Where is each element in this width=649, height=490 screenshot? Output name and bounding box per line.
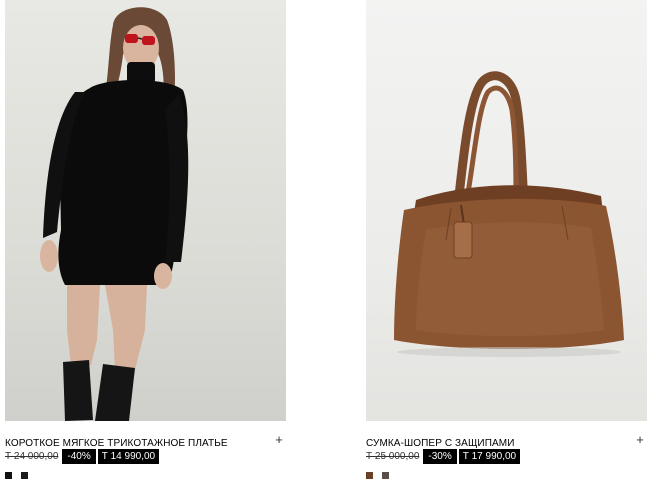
- discount-badge: -40%: [62, 449, 96, 464]
- old-price: Т 24 000,00: [5, 451, 59, 462]
- product-image-dress[interactable]: [5, 0, 286, 421]
- discount-badge: -30%: [423, 449, 457, 464]
- color-swatch[interactable]: [21, 472, 28, 479]
- add-to-cart-plus-icon[interactable]: +: [272, 432, 286, 447]
- bag-photo-icon: [394, 71, 624, 357]
- color-swatch[interactable]: [382, 472, 389, 479]
- product-title-row: КОРОТКОЕ МЯГКОЕ ТРИКОТАЖНОЕ ПЛАТЬЕ +: [5, 432, 286, 450]
- product-card-bag[interactable]: СУМКА-ШОПЕР С ЗАЩИПАМИ + Т 25 000,00 -30…: [366, 0, 647, 479]
- product-name[interactable]: СУМКА-ШОПЕР С ЗАЩИПАМИ: [366, 438, 515, 449]
- add-to-cart-plus-icon[interactable]: +: [633, 432, 647, 447]
- product-image-bag[interactable]: [366, 0, 647, 421]
- price-row: Т 24 000,00 -40% Т 14 990,00: [5, 449, 160, 464]
- price-row: Т 25 000,00 -30% Т 17 990,00: [366, 449, 521, 464]
- color-swatches: [366, 472, 389, 479]
- color-swatch[interactable]: [5, 472, 12, 479]
- product-card-dress[interactable]: КОРОТКОЕ МЯГКОЕ ТРИКОТАЖНОЕ ПЛАТЬЕ + Т 2…: [5, 0, 286, 479]
- old-price: Т 25 000,00: [366, 451, 420, 462]
- sale-price: Т 17 990,00: [458, 449, 521, 464]
- color-swatch[interactable]: [366, 472, 373, 479]
- dress-photo-icon: [40, 7, 189, 421]
- product-title-row: СУМКА-ШОПЕР С ЗАЩИПАМИ +: [366, 432, 647, 450]
- product-name[interactable]: КОРОТКОЕ МЯГКОЕ ТРИКОТАЖНОЕ ПЛАТЬЕ: [5, 438, 228, 449]
- color-swatches: [5, 472, 28, 479]
- sale-price: Т 14 990,00: [97, 449, 160, 464]
